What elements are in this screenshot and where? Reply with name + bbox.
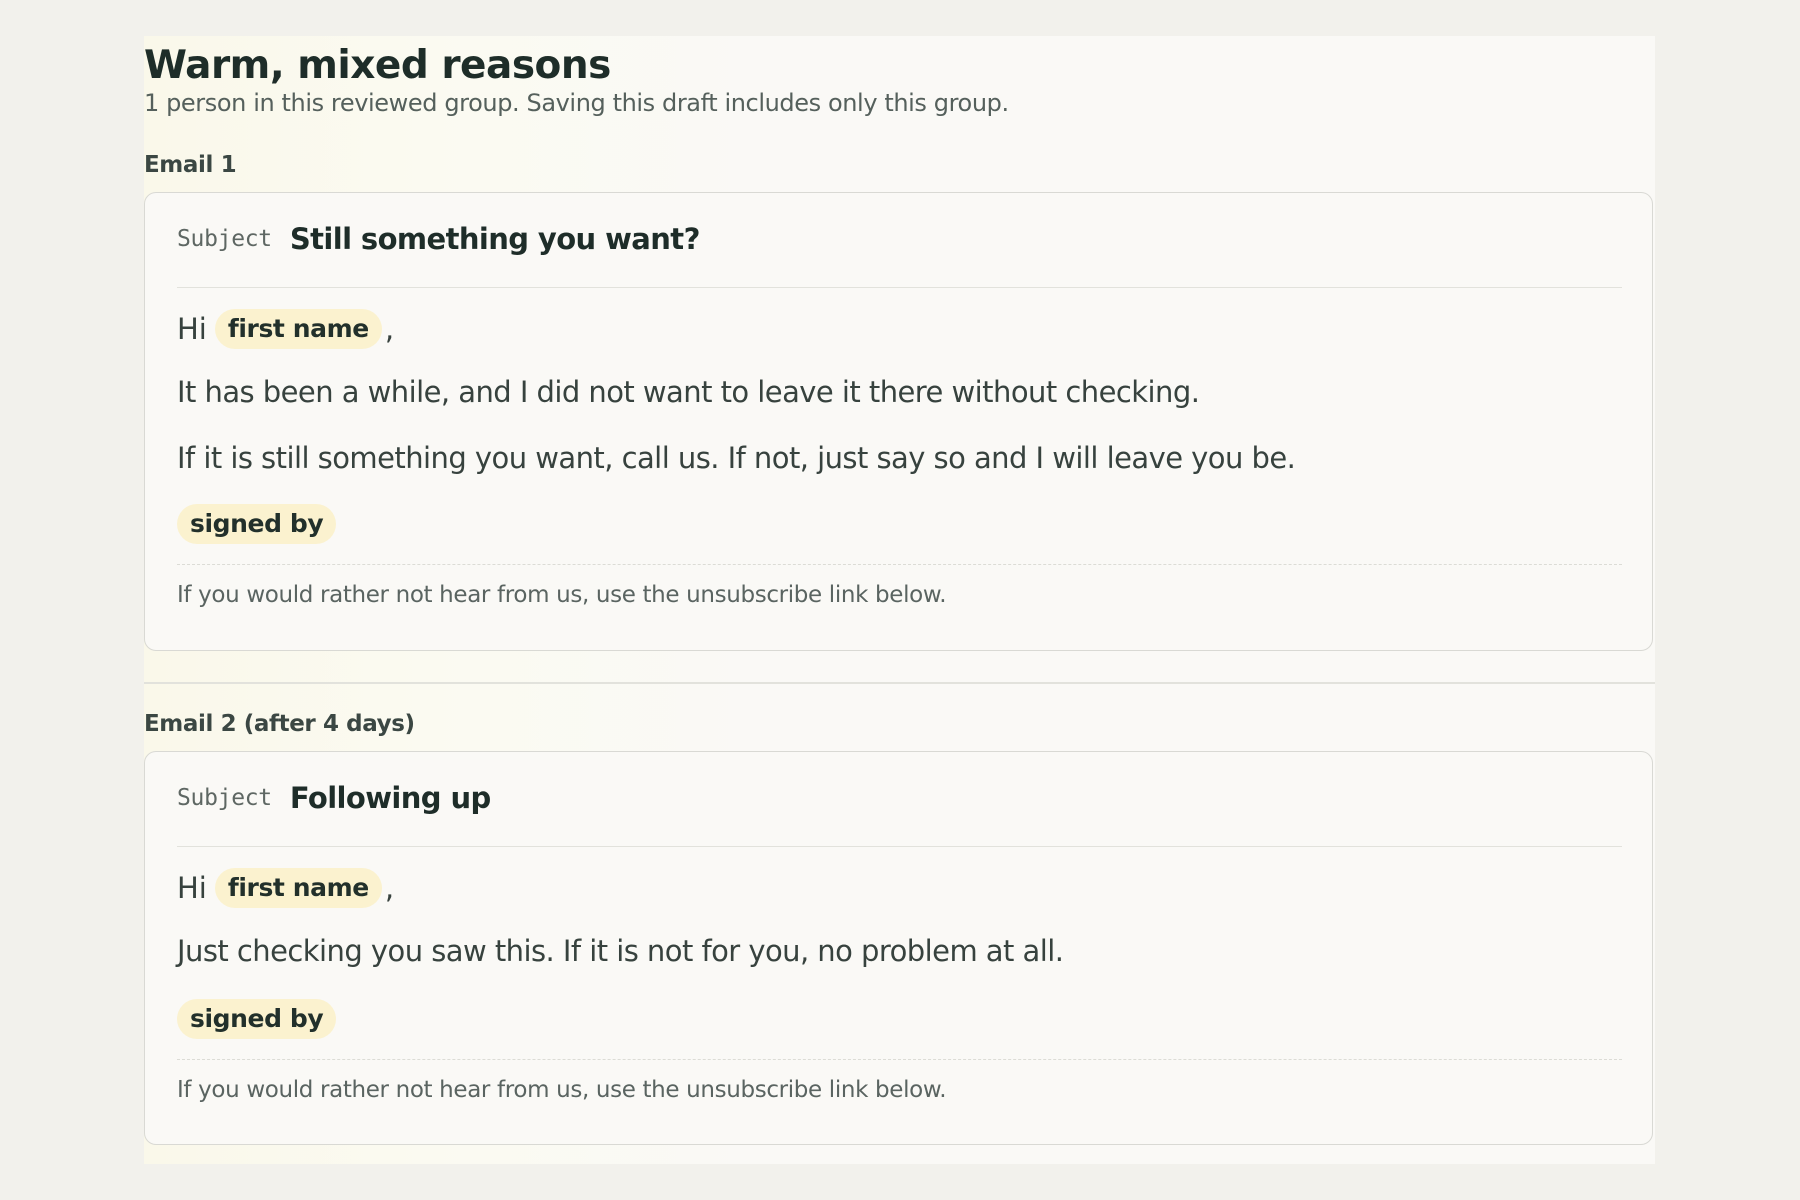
- email-1-subject-row: Subject Still something you want?: [177, 219, 1622, 288]
- first-name-token[interactable]: first name: [214, 309, 382, 349]
- greeting-word: Hi: [177, 871, 207, 905]
- email-2-card: Subject Following up Hi first name , Jus…: [144, 751, 1653, 1145]
- email-section-divider: [144, 682, 1655, 684]
- sequence-group-panel: Warm, mixed reasons 1 person in this rev…: [144, 36, 1655, 1164]
- email-1-unsubscribe-note: If you would rather not hear from us, us…: [177, 582, 947, 608]
- email-1-paragraph-2[interactable]: If it is still something you want, call …: [177, 438, 1296, 478]
- signed-by-token[interactable]: signed by: [177, 999, 337, 1039]
- footer-divider: [177, 564, 1622, 565]
- footer-divider: [177, 1059, 1622, 1060]
- group-title: Warm, mixed reasons: [144, 43, 611, 88]
- greeting-comma: ,: [384, 871, 395, 905]
- email-1-subject[interactable]: Still something you want?: [290, 219, 701, 259]
- email-2-subject-row: Subject Following up: [177, 778, 1622, 847]
- email-2-label: Email 2 (after 4 days): [144, 711, 415, 737]
- greeting-word: Hi: [177, 312, 207, 346]
- email-2-subject[interactable]: Following up: [290, 778, 491, 818]
- group-subtitle: 1 person in this reviewed group. Saving …: [144, 89, 1009, 117]
- greeting-comma: ,: [384, 312, 395, 346]
- email-1-card: Subject Still something you want? Hi fir…: [144, 192, 1653, 651]
- signed-by-token[interactable]: signed by: [177, 504, 337, 544]
- email-2-unsubscribe-note: If you would rather not hear from us, us…: [177, 1077, 947, 1103]
- email-1-paragraph-1[interactable]: It has been a while, and I did not want …: [177, 372, 1200, 412]
- email-1-label: Email 1: [144, 152, 237, 178]
- first-name-token[interactable]: first name: [214, 868, 382, 908]
- subject-label: Subject: [177, 226, 272, 252]
- email-2-paragraph-1[interactable]: Just checking you saw this. If it is not…: [177, 931, 1064, 971]
- email-2-greeting: Hi first name ,: [177, 868, 394, 908]
- subject-label: Subject: [177, 785, 272, 811]
- email-1-greeting: Hi first name ,: [177, 309, 394, 349]
